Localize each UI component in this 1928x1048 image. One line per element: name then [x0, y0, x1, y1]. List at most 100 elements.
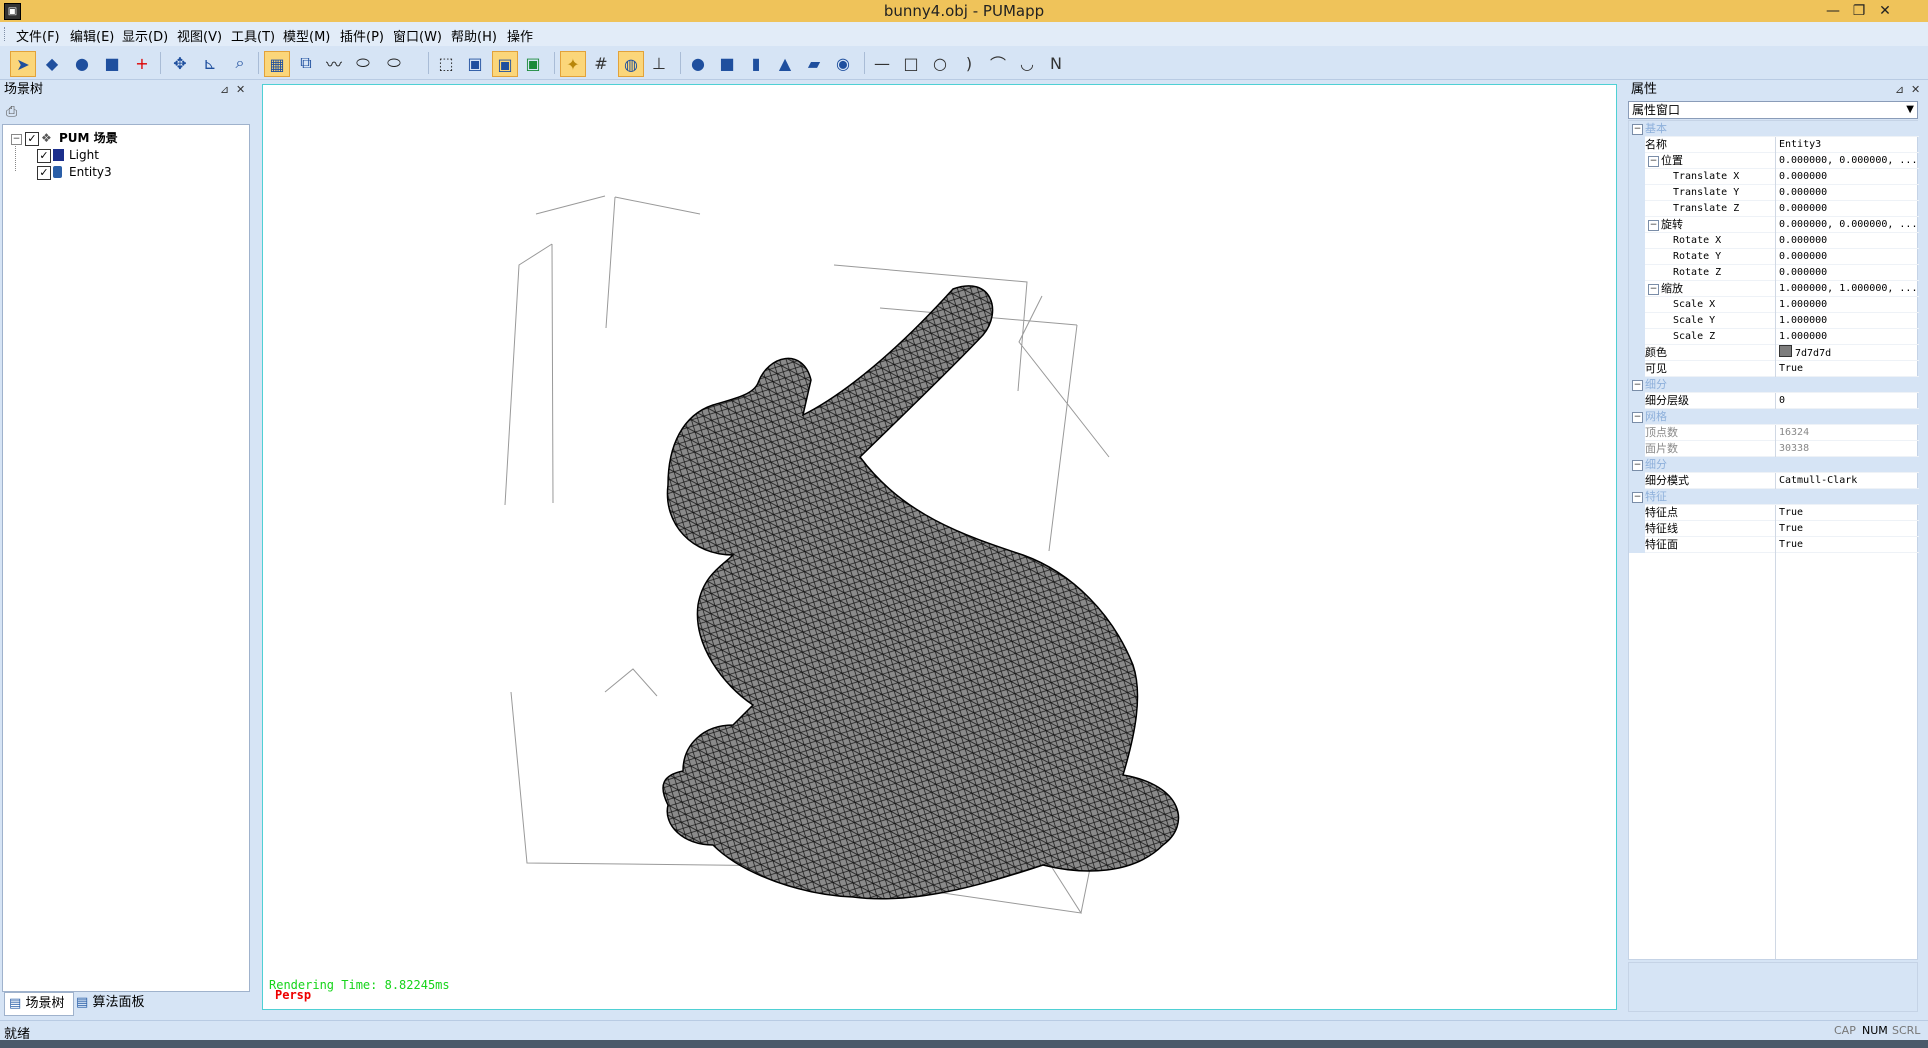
property-row[interactable]: − 缩放 1.000000, 1.000000, ... — [1629, 281, 1919, 297]
property-row[interactable]: 特征面 True — [1629, 537, 1919, 553]
menu-plugins[interactable]: 插件(P) — [340, 26, 384, 45]
rectangle-icon[interactable]: □ — [899, 51, 923, 75]
menu-model[interactable]: 模型(M) — [283, 26, 330, 45]
menu-file[interactable]: 文件(F) — [16, 26, 60, 45]
property-row[interactable]: 特征点 True — [1629, 505, 1919, 521]
property-category[interactable]: − 细分 — [1629, 377, 1919, 393]
collapse-icon[interactable]: − — [1648, 220, 1659, 231]
select-arrow-icon[interactable]: ➤ — [10, 51, 36, 77]
axis-icon[interactable]: ⊾ — [198, 51, 222, 75]
transform-icon[interactable]: ⊥ — [647, 51, 671, 75]
property-value[interactable]: 0.000000, 0.000000, ... — [1775, 217, 1919, 233]
property-value[interactable]: True — [1775, 505, 1919, 521]
circle-icon[interactable]: ○ — [928, 51, 952, 75]
sphere-icon[interactable]: ● — [686, 51, 710, 75]
property-value[interactable]: 16324 — [1775, 425, 1919, 441]
property-value[interactable]: 0.000000 — [1775, 169, 1919, 185]
property-value[interactable]: 1.000000 — [1775, 297, 1919, 313]
collapse-icon[interactable]: − — [1632, 460, 1643, 471]
grid-select-icon[interactable]: ▦ — [264, 51, 290, 77]
bezier-icon[interactable]: ◡ — [1015, 51, 1039, 75]
polyline-icon[interactable]: N — [1044, 51, 1068, 75]
property-row[interactable]: Translate Y 0.000000 — [1629, 185, 1919, 201]
menu-edit[interactable]: 编辑(E) — [70, 26, 114, 45]
root-checkbox[interactable]: ✓ — [25, 132, 39, 146]
menu-window[interactable]: 窗口(W) — [393, 26, 442, 45]
property-row[interactable]: Translate X 0.000000 — [1629, 169, 1919, 185]
property-row[interactable]: Scale Y 1.000000 — [1629, 313, 1919, 329]
property-row[interactable]: Rotate X 0.000000 — [1629, 233, 1919, 249]
collapse-icon[interactable]: − — [1648, 156, 1659, 167]
paint-icon[interactable]: ● — [70, 51, 94, 75]
tab-scene-tree[interactable]: ▤ 场景树 — [4, 992, 74, 1016]
property-row[interactable]: 面片数 30338 — [1629, 441, 1919, 457]
minimize-icon[interactable]: — — [1820, 1, 1846, 21]
property-value[interactable]: 7d7d7d — [1775, 345, 1919, 361]
property-value[interactable]: 0.000000 — [1775, 201, 1919, 217]
wireframe-cube-icon[interactable]: ⬚ — [434, 51, 458, 75]
collapse-icon[interactable]: − — [1632, 124, 1643, 135]
property-value[interactable]: True — [1775, 537, 1919, 553]
property-selector[interactable]: 属性窗口 ▼ — [1628, 101, 1918, 119]
property-value[interactable]: 0.000000 — [1775, 265, 1919, 281]
torus-icon[interactable]: ◉ — [831, 51, 855, 75]
property-value[interactable]: 0.000000, 0.000000, ... — [1775, 153, 1919, 169]
menu-display[interactable]: 显示(D) — [122, 26, 168, 45]
property-value[interactable]: 0.000000 — [1775, 249, 1919, 265]
property-value[interactable]: 1.000000, 1.000000, ... — [1775, 281, 1919, 297]
property-value[interactable]: 0.000000 — [1775, 233, 1919, 249]
arc-icon[interactable]: ) — [957, 51, 981, 75]
property-value[interactable]: 0.000000 — [1775, 185, 1919, 201]
property-category[interactable]: − 特征 — [1629, 489, 1919, 505]
property-row[interactable]: − 旋转 0.000000, 0.000000, ... — [1629, 217, 1919, 233]
light-icon[interactable]: ✦ — [560, 51, 586, 77]
property-row[interactable]: Rotate Z 0.000000 — [1629, 265, 1919, 281]
box-icon[interactable]: ■ — [715, 51, 739, 75]
color-swatch[interactable] — [1779, 345, 1792, 357]
entity-checkbox[interactable]: ✓ — [37, 166, 51, 180]
brush-icon[interactable]: 〰 — [322, 51, 346, 75]
layer-icon[interactable]: ■ — [100, 51, 124, 75]
restore-icon[interactable]: ❐ — [1846, 1, 1872, 21]
menu-operate[interactable]: 操作 — [507, 26, 533, 45]
shade-icon[interactable]: ◆ — [40, 51, 64, 75]
ellipse-dropdown-icon[interactable]: ⬭ — [382, 51, 406, 75]
property-row[interactable]: Rotate Y 0.000000 — [1629, 249, 1919, 265]
cone-icon[interactable]: ▲ — [773, 51, 797, 75]
property-category[interactable]: − 网格 — [1629, 409, 1919, 425]
property-value[interactable]: True — [1775, 361, 1919, 377]
property-row[interactable]: Scale Z 1.000000 — [1629, 329, 1919, 345]
close-icon[interactable]: ✕ — [1911, 80, 1920, 100]
curve-icon[interactable]: ⌒ — [986, 51, 1010, 75]
plane-icon[interactable]: ▰ — [802, 51, 826, 75]
box-select-icon[interactable]: ⧉ — [294, 51, 318, 75]
mesh-view-icon[interactable]: ◍ — [618, 51, 644, 77]
scene-canvas[interactable] — [263, 85, 1616, 1009]
close-icon[interactable]: ✕ — [236, 80, 245, 100]
property-row[interactable]: 细分层级 0 — [1629, 393, 1919, 409]
close-window-icon[interactable]: ✕ — [1872, 1, 1898, 21]
ellipse-icon[interactable]: ⬭ — [351, 51, 375, 75]
property-row[interactable]: 细分模式 Catmull-Clark — [1629, 473, 1919, 489]
property-row[interactable]: 顶点数 16324 — [1629, 425, 1919, 441]
collapse-icon[interactable]: − — [1632, 412, 1643, 423]
light-checkbox[interactable]: ✓ — [37, 149, 51, 163]
property-value[interactable]: 1.000000 — [1775, 329, 1919, 345]
menu-tools[interactable]: 工具(T) — [231, 26, 275, 45]
property-row[interactable]: 可见 True — [1629, 361, 1919, 377]
property-row[interactable]: 名称 Entity3 — [1629, 137, 1919, 153]
line-icon[interactable]: — — [870, 51, 894, 75]
tab-algorithm-panel[interactable]: ▤ 算法面板 — [72, 992, 162, 1014]
menu-view[interactable]: 视图(V) — [177, 26, 222, 45]
property-value[interactable]: 0 — [1775, 393, 1919, 409]
property-row[interactable]: Translate Z 0.000000 — [1629, 201, 1919, 217]
shaded-cube-icon[interactable]: ▣ — [492, 51, 518, 77]
color-cube-icon[interactable]: ▣ — [521, 51, 545, 75]
property-value[interactable]: 30338 — [1775, 441, 1919, 457]
property-value[interactable]: Entity3 — [1775, 137, 1919, 153]
property-value[interactable]: Catmull-Clark — [1775, 473, 1919, 489]
property-row[interactable]: 颜色 7d7d7d — [1629, 345, 1919, 361]
zoom-icon[interactable]: ⌕ — [228, 51, 252, 75]
property-row[interactable]: 特征线 True — [1629, 521, 1919, 537]
collapse-icon[interactable]: − — [1632, 380, 1643, 391]
